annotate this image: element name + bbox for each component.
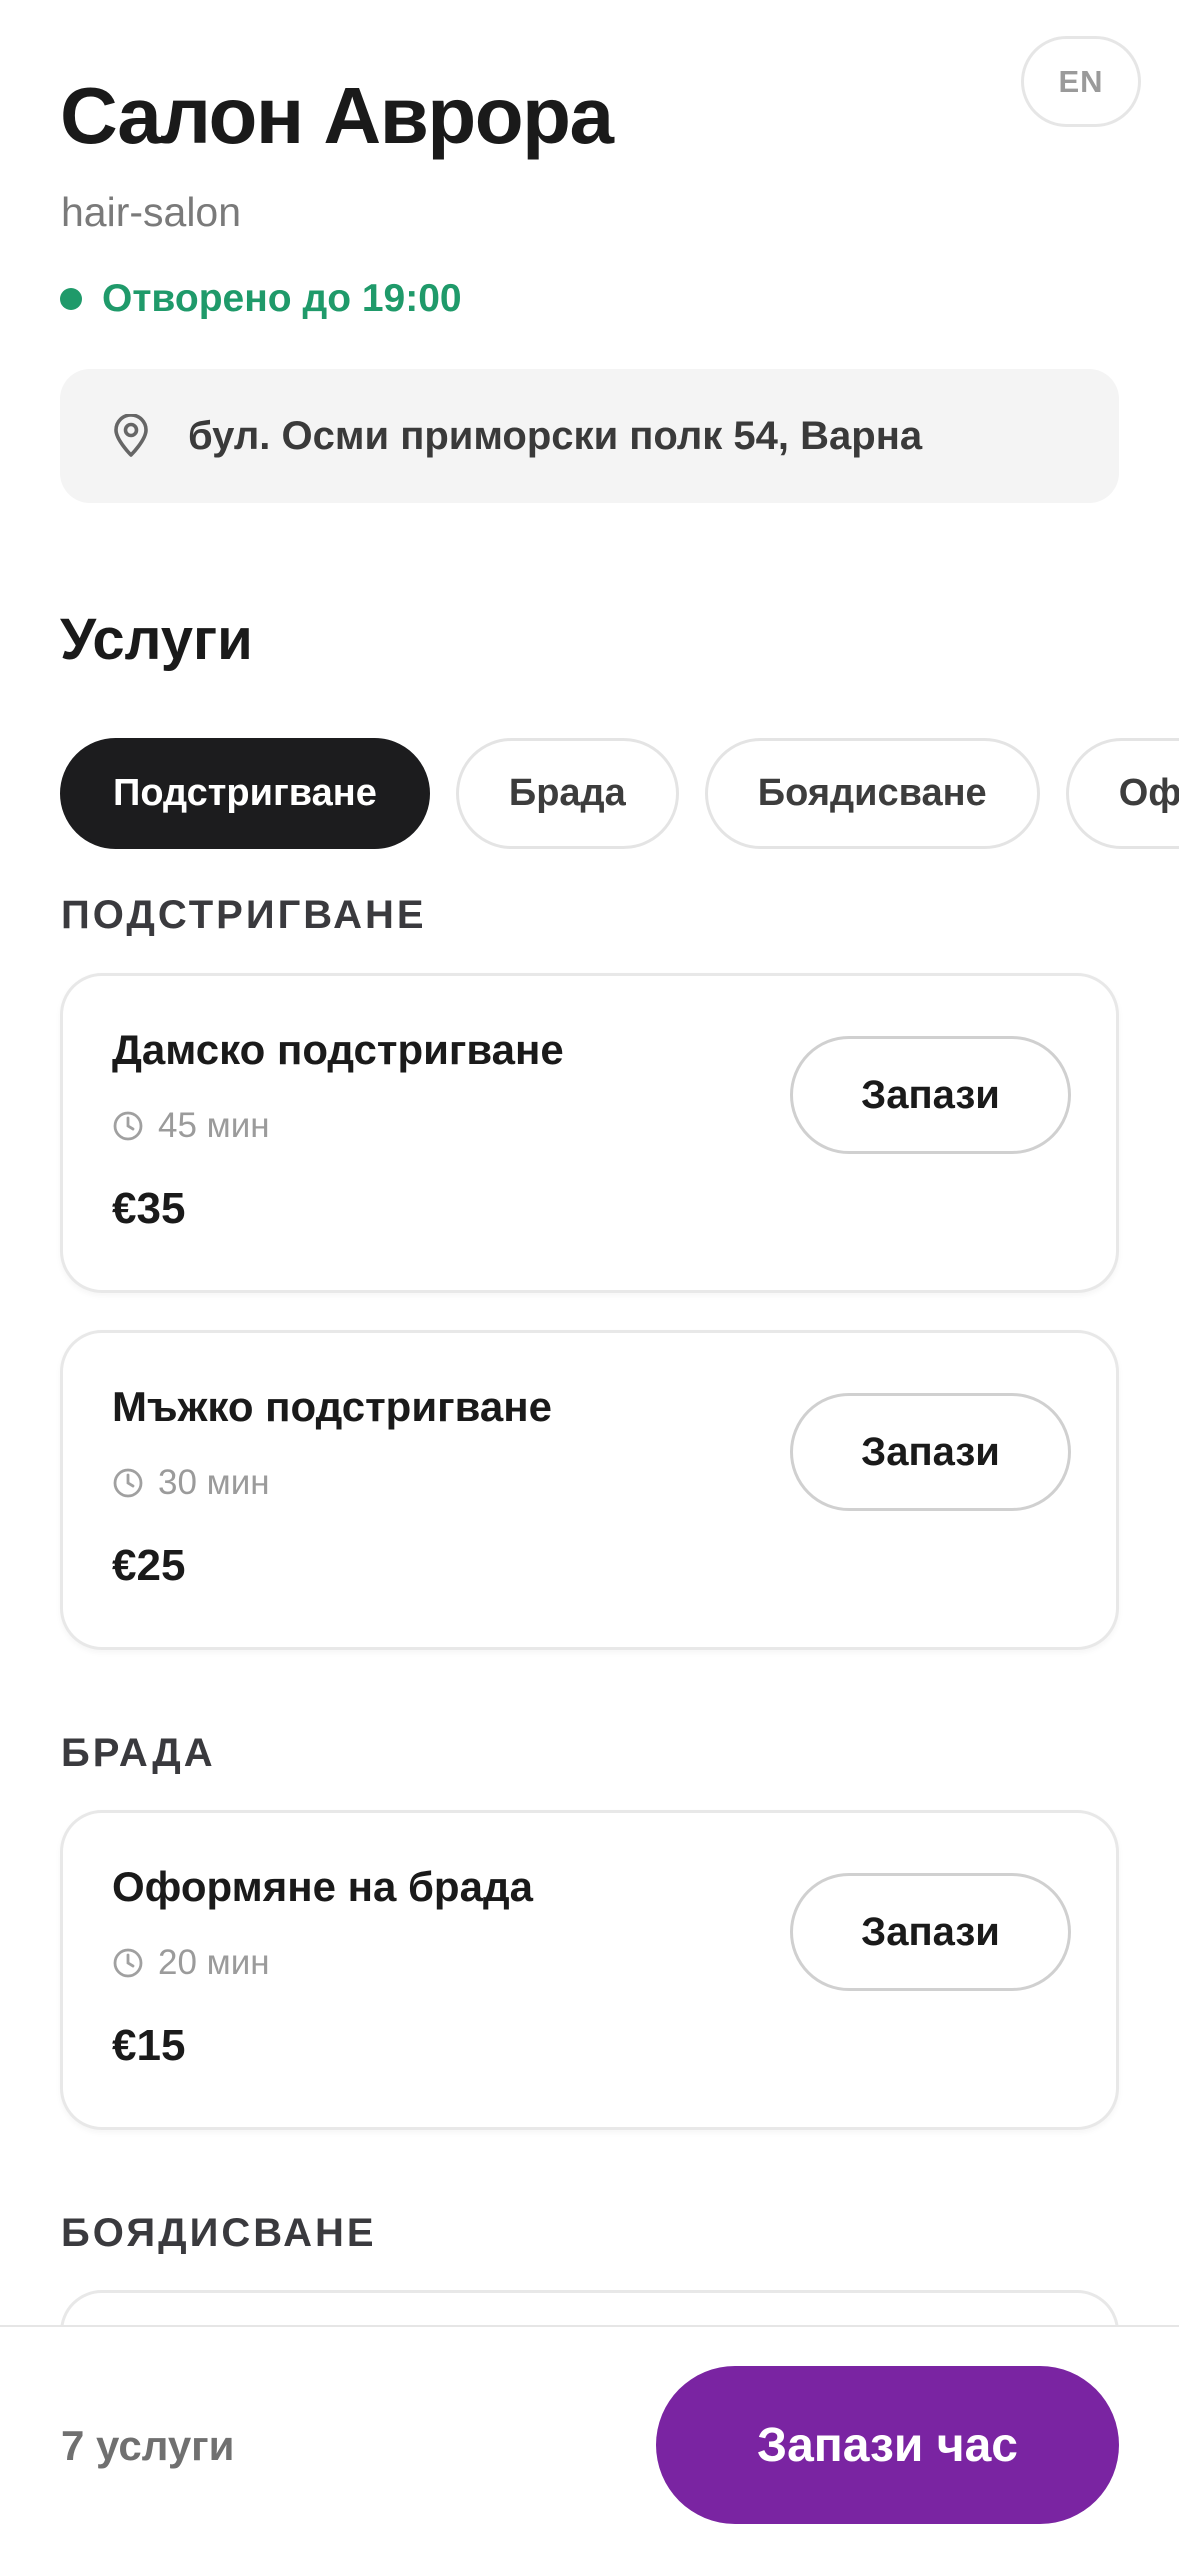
- open-status: Отворено до 19:00: [60, 277, 462, 321]
- service-duration: 45 мин: [112, 1106, 270, 1146]
- page-title: Салон Аврора: [60, 71, 614, 160]
- service-card: Дамско подстригване 45 мин €35 Запази: [60, 973, 1119, 1293]
- address-box[interactable]: бул. Осми приморски полк 54, Варна: [60, 369, 1119, 503]
- status-text: Отворено до 19:00: [102, 277, 462, 320]
- tab-coloring[interactable]: Боядисване: [704, 738, 1040, 849]
- services-count: 7 услуги: [61, 2422, 235, 2469]
- duration-text: 30 мин: [158, 1463, 270, 1502]
- book-button[interactable]: Запази: [790, 1036, 1071, 1154]
- duration-text: 20 мин: [158, 1943, 270, 1982]
- tab-styling[interactable]: Оформяне: [1065, 738, 1179, 849]
- service-card: Мъжко подстригване 30 мин €25 Запази: [60, 1330, 1119, 1650]
- book-button[interactable]: Запази: [790, 1873, 1071, 1991]
- service-duration: 30 мин: [112, 1463, 270, 1503]
- clock-icon: [113, 1111, 143, 1141]
- status-dot-icon: [60, 288, 82, 310]
- group-label-coloring: БОЯДИСВАНЕ: [61, 2211, 377, 2255]
- address-text: бул. Осми приморски полк 54, Варна: [188, 413, 923, 458]
- service-name: Оформяне на брада: [112, 1863, 533, 1910]
- services-heading: Услуги: [60, 607, 253, 672]
- bottom-bar: 7 услуги Запази час: [0, 2325, 1179, 2556]
- duration-text: 45 мин: [158, 1106, 270, 1145]
- tab-beard[interactable]: Брада: [455, 738, 679, 849]
- service-card: Оформяне на брада 20 мин €15 Запази: [60, 1810, 1119, 2130]
- category-tabs: Подстригване Брада Боядисване Оформяне: [60, 738, 1179, 849]
- service-price: €35: [112, 1184, 186, 1233]
- service-duration: 20 мин: [112, 1943, 270, 1983]
- tab-haircut[interactable]: Подстригване: [60, 738, 430, 849]
- service-price: €15: [112, 2021, 186, 2070]
- clock-icon: [113, 1468, 143, 1498]
- service-price: €25: [112, 1541, 186, 1590]
- salon-page: EN Салон Аврора hair-salon Отворено до 1…: [0, 0, 1179, 2556]
- salon-category: hair-salon: [61, 189, 242, 235]
- group-label-beard: БРАДА: [61, 1731, 216, 1775]
- book-button[interactable]: Запази: [790, 1393, 1071, 1511]
- service-name: Дамско подстригване: [112, 1026, 564, 1073]
- language-toggle-button[interactable]: EN: [1021, 36, 1141, 127]
- clock-icon: [113, 1948, 143, 1978]
- group-label-haircut: ПОДСТРИГВАНЕ: [61, 893, 427, 937]
- service-name: Мъжко подстригване: [112, 1383, 552, 1430]
- book-appointment-button[interactable]: Запази час: [656, 2366, 1119, 2524]
- location-pin-icon: [114, 414, 148, 457]
